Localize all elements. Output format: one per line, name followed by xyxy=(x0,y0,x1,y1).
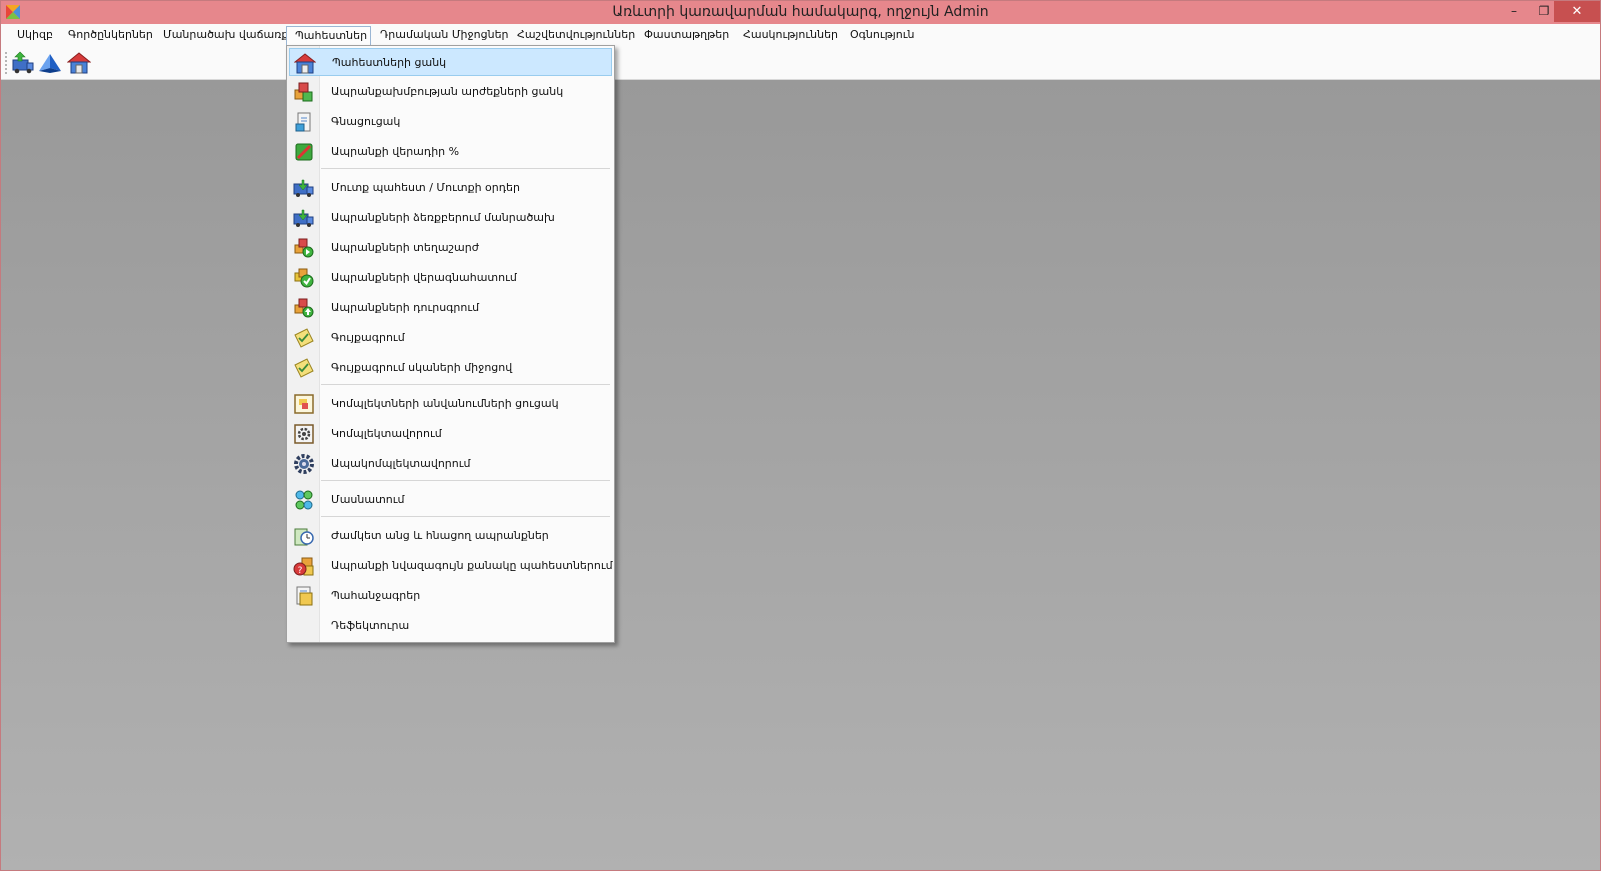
menu-separator xyxy=(321,384,610,385)
menu-item-defectura[interactable]: Դեֆեկտուրա xyxy=(289,612,612,640)
markup-percent-icon xyxy=(295,143,313,161)
inventory-notepad-icon xyxy=(294,328,314,348)
menu-item-label: Ապակոմպլեկտավորում xyxy=(331,457,471,470)
menu-separator xyxy=(321,480,610,481)
warehouses-dropdown-menu: Պահեստների ցանկ Ապրանքախմբության արժեքնե… xyxy=(286,45,615,643)
kit-names-list-icon xyxy=(294,394,314,414)
workspace-area xyxy=(1,80,1600,870)
menu-item-goods-transfer[interactable]: Ապրանքների տեղաշարժ xyxy=(289,234,612,262)
split-circles-icon xyxy=(295,490,313,510)
menu-item-requisitions[interactable]: Պահանջագրեր xyxy=(289,582,612,610)
menu-item-expired-goods[interactable]: Ժամկետ անց և հնացող ապրանքներ xyxy=(289,522,612,550)
blue-pyramid-icon[interactable] xyxy=(38,51,62,75)
menu-bar: Սկիզբ Գործընկերներ Մանրածախ վաճառք Պահես… xyxy=(1,24,1600,47)
svg-text:?: ? xyxy=(298,566,303,576)
menu-item-product-group-values[interactable]: Ապրանքախմբության արժեքների ցանկ xyxy=(289,78,612,106)
price-list-icon xyxy=(295,112,311,132)
scanner-inventory-icon xyxy=(294,358,314,378)
menu-item-kit-assembly[interactable]: Կոմպլեկտավորում xyxy=(289,420,612,448)
boxes-revalue-icon xyxy=(294,268,314,288)
menu-item-min-stock[interactable]: ? Ապրանքի նվազագույն քանակը պահեստներում xyxy=(289,552,613,580)
toolbar xyxy=(1,46,1600,80)
menu-item-label: Ապրանքների դուրսգրում xyxy=(331,301,480,314)
menu-item-warehouse-receipt[interactable]: Մուտք պահեստ / Մուտքի օրդեր xyxy=(289,174,612,202)
menu-item-kit-disassembly[interactable]: Ապակոմպլեկտավորում xyxy=(289,450,612,478)
app-window: Առևտրի կառավարման համակարգ, ողջույն Admi… xyxy=(0,0,1601,871)
menu-item-label: Ապրանքների վերագնահատում xyxy=(331,271,517,284)
menu-reports[interactable]: Հաշվետվություններ xyxy=(509,26,643,44)
minimize-button[interactable]: – xyxy=(1499,1,1529,22)
product-boxes-icon xyxy=(294,82,313,102)
menu-item-label: Ապրանքների տեղաշարժ xyxy=(331,241,479,254)
menu-item-kit-names-list[interactable]: Կոմպլեկտների անվանումների ցուցակ xyxy=(289,390,612,418)
menu-help[interactable]: Օգնություն xyxy=(842,26,922,44)
menu-separator xyxy=(321,168,610,169)
menu-item-label: Պահեստների ցանկ xyxy=(332,56,447,69)
menu-item-label: Մասնատում xyxy=(331,493,405,506)
menu-item-label: Մուտք պահեստ / Մուտքի օրդեր xyxy=(331,181,520,194)
requisitions-icon xyxy=(296,586,313,606)
menu-partners[interactable]: Գործընկերներ xyxy=(60,26,161,44)
menu-item-price-list[interactable]: Գնացուցակ xyxy=(289,108,612,136)
menu-item-retail-purchase[interactable]: Ապրանքների ձեռքբերում մանրածախ xyxy=(289,204,612,232)
menu-item-markup-percent[interactable]: Ապրանքի վերադիր % xyxy=(289,138,612,166)
warehouse-house-icon xyxy=(294,53,316,74)
menu-item-label: Կոմպլեկտավորում xyxy=(331,427,442,440)
boxes-transfer-icon xyxy=(294,238,314,258)
expired-goods-icon xyxy=(294,528,314,546)
menu-separator xyxy=(321,516,610,517)
menu-retail-sales[interactable]: Մանրածախ վաճառք xyxy=(155,26,296,44)
menu-item-label: Կոմպլեկտների անվանումների ցուցակ xyxy=(331,397,559,410)
truck-receive-icon xyxy=(293,179,314,197)
menu-item-label: Ապրանքի վերադիր % xyxy=(331,145,460,158)
menu-item-inventory[interactable]: Գույքագրում xyxy=(289,324,612,352)
kit-disassembly-icon xyxy=(294,454,314,474)
truck-purchase-icon xyxy=(293,209,314,227)
menu-item-goods-writeoff[interactable]: Ապրանքների դուրսգրում xyxy=(289,294,612,322)
menu-item-label: Պահանջագրեր xyxy=(331,589,421,602)
truck-upload-icon[interactable] xyxy=(11,51,35,75)
menu-item-label: Ապրանքի նվազագույն քանակը պահեստներում xyxy=(331,559,613,572)
menu-item-label: Ապրանքների ձեռքբերում մանրածախ xyxy=(331,211,555,224)
min-stock-icon: ? xyxy=(293,557,314,576)
menu-item-label: Գույքագրում սկաների միջոցով xyxy=(331,361,513,374)
menu-item-label: Ժամկետ անց և հնացող ապրանքներ xyxy=(331,529,549,542)
menu-item-goods-revaluation[interactable]: Ապրանքների վերագնահատում xyxy=(289,264,612,292)
kit-assembly-icon xyxy=(294,424,314,444)
window-title: Առևտրի կառավարման համակարգ, ողջույն Admi… xyxy=(612,4,989,20)
boxes-writeoff-icon xyxy=(294,298,314,318)
menu-item-label: Գույքագրում xyxy=(331,331,405,344)
toolbar-grip[interactable] xyxy=(5,52,9,74)
menu-item-splitting[interactable]: Մասնատում xyxy=(289,486,612,514)
menu-item-label: Դեֆեկտուրա xyxy=(331,619,410,632)
menu-warehouses[interactable]: Պահեստներ xyxy=(286,26,371,47)
warehouse-house-icon[interactable] xyxy=(67,51,91,75)
menu-item-inventory-scanner[interactable]: Գույքագրում սկաների միջոցով xyxy=(289,354,612,382)
menu-cash-funds[interactable]: Դրամական Միջոցներ xyxy=(372,26,517,44)
menu-start[interactable]: Սկիզբ xyxy=(9,26,61,44)
menu-documents[interactable]: Փաստաթղթեր xyxy=(636,26,737,44)
menu-item-label: Ապրանքախմբության արժեքների ցանկ xyxy=(331,85,564,98)
menu-properties[interactable]: Հասկություններ xyxy=(735,26,846,44)
title-bar[interactable]: Առևտրի կառավարման համակարգ, ողջույն Admi… xyxy=(1,1,1600,24)
menu-item-warehouse-list[interactable]: Պահեստների ցանկ xyxy=(289,48,612,76)
menu-item-label: Գնացուցակ xyxy=(331,115,401,128)
close-button[interactable]: ✕ xyxy=(1554,1,1600,22)
